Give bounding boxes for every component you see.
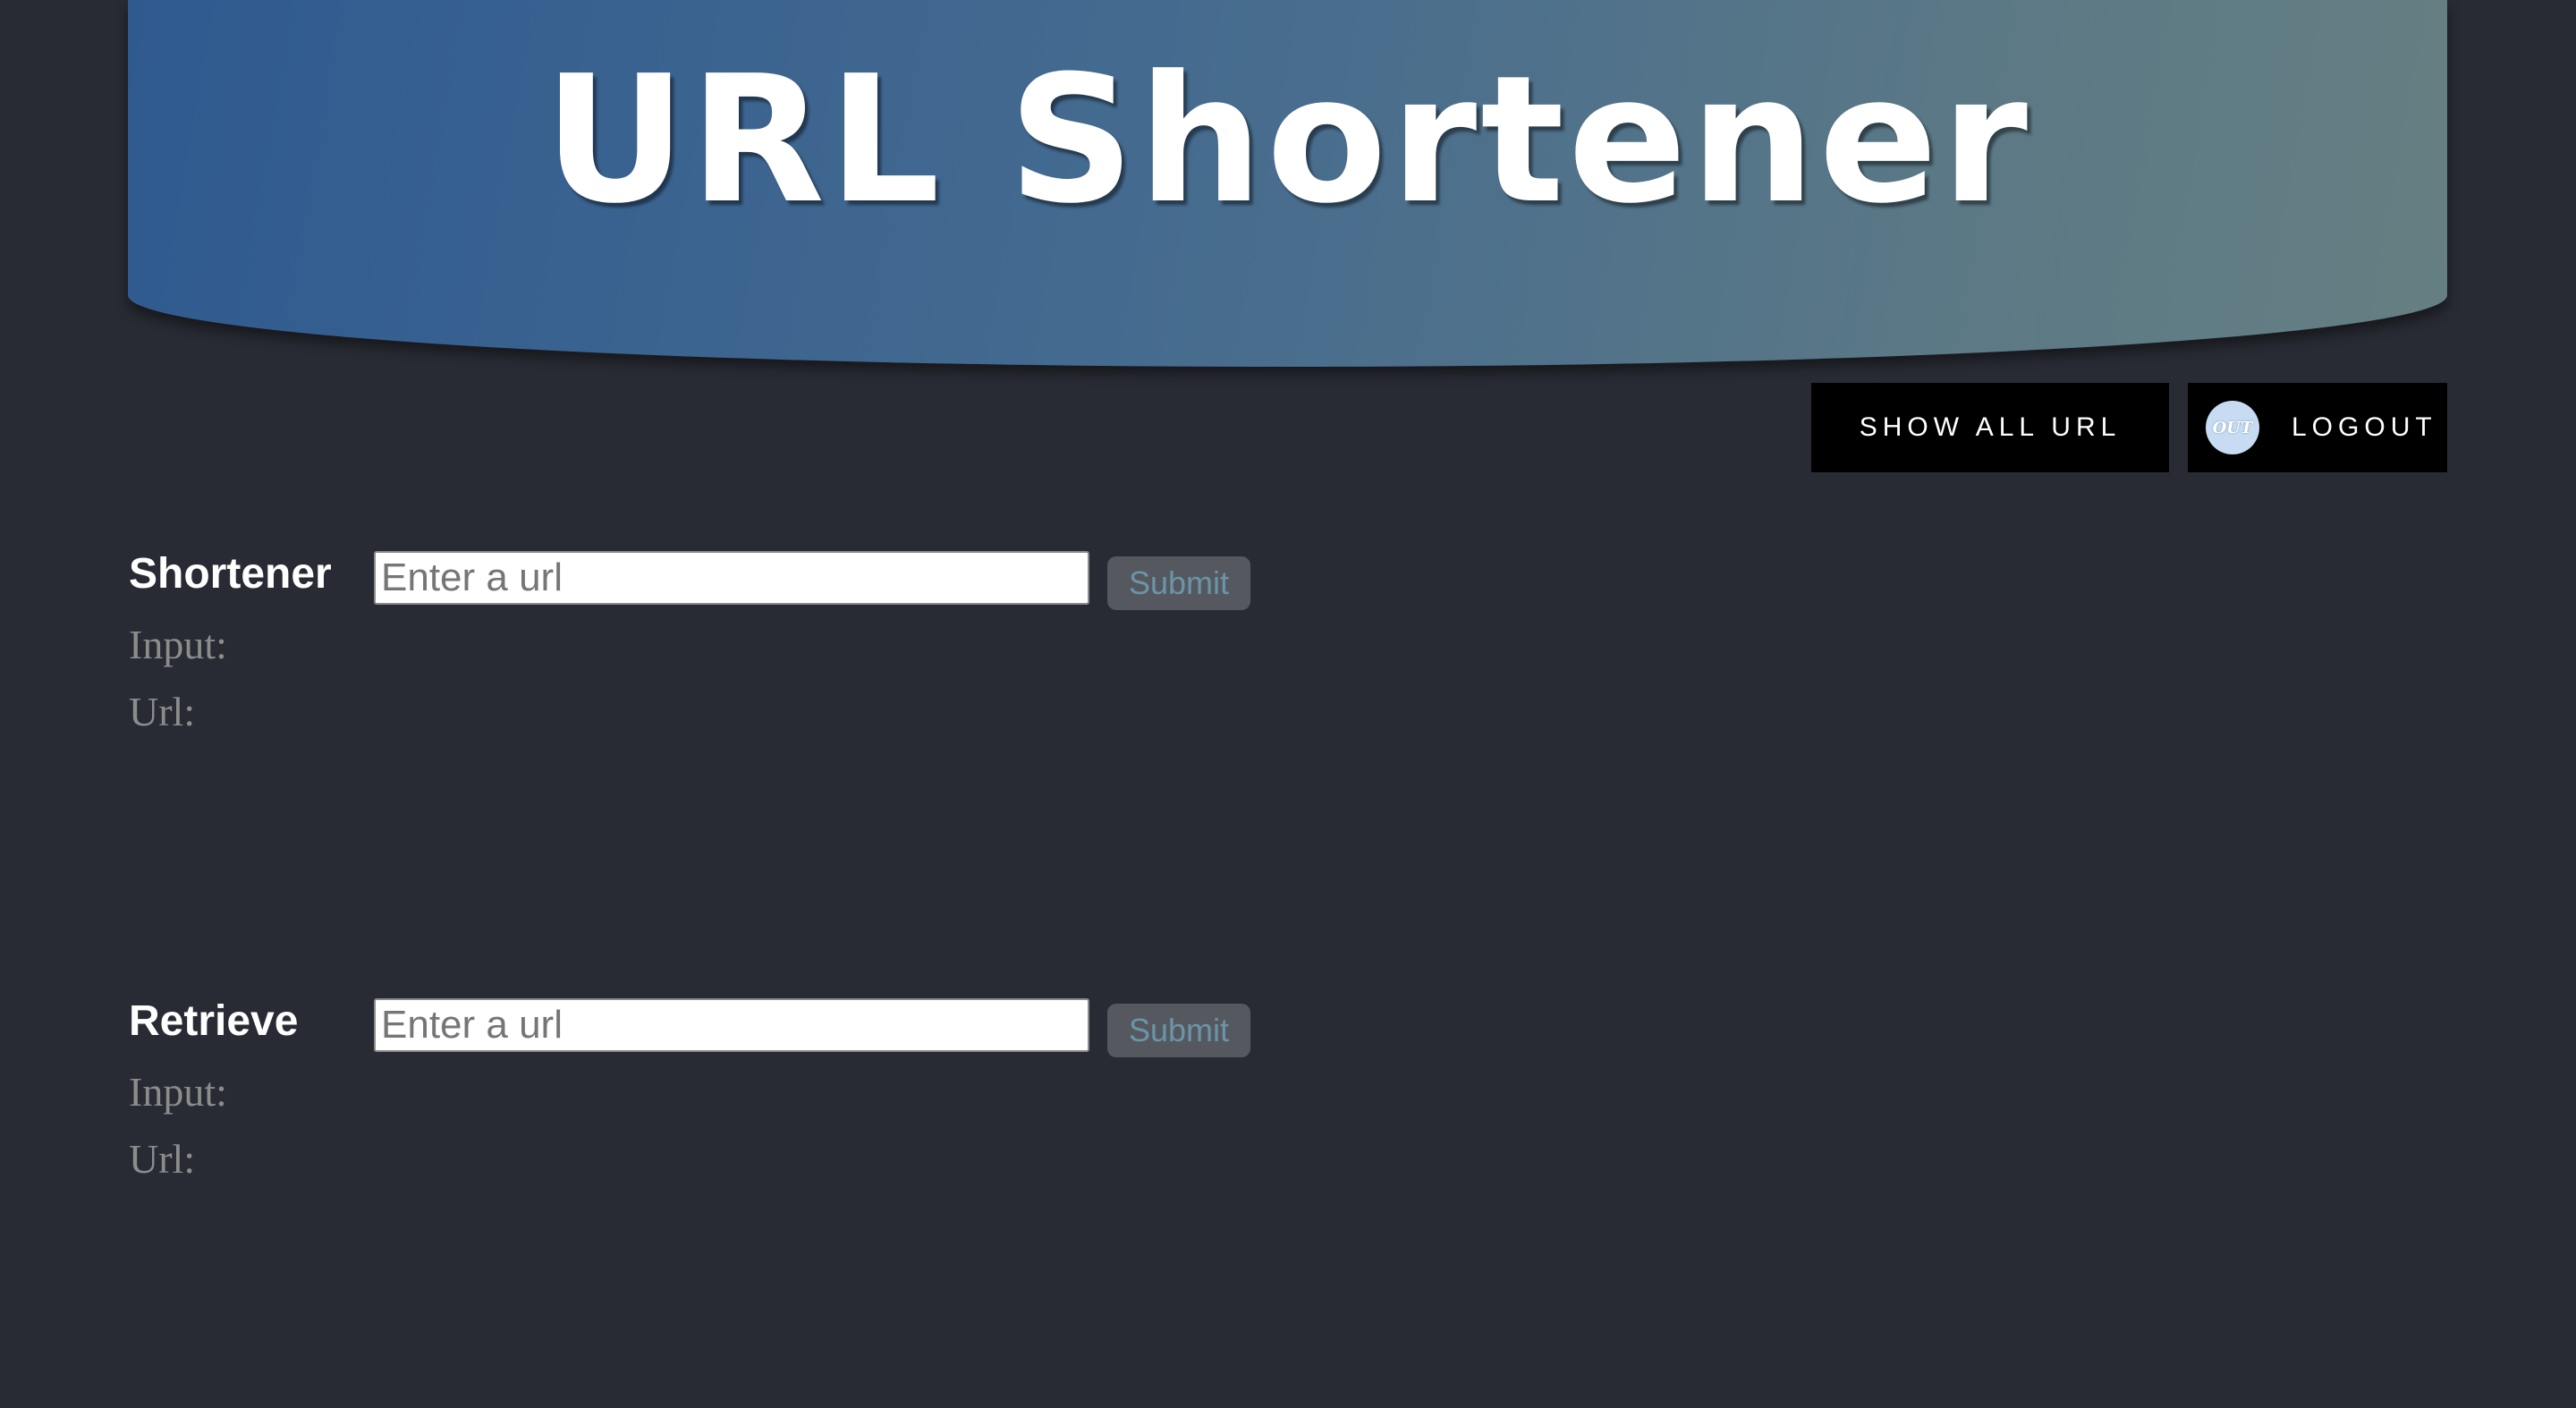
logout-label: LOGOUT bbox=[2292, 412, 2437, 442]
logout-out-icon: OUT bbox=[2206, 401, 2259, 454]
shortener-url-input[interactable] bbox=[374, 551, 1089, 605]
app-title: URL Shortener bbox=[544, 38, 2031, 242]
retrieve-input-label: Input: bbox=[129, 1069, 227, 1115]
shortener-url-label: Url: bbox=[129, 689, 196, 734]
show-all-url-button[interactable]: SHOW ALL URL bbox=[1811, 383, 2169, 472]
logout-button[interactable]: OUT LOGOUT bbox=[2188, 383, 2447, 472]
retrieve-url-label: Url: bbox=[129, 1136, 196, 1182]
retrieve-submit-button[interactable]: Submit bbox=[1107, 1004, 1250, 1057]
shortener-input-label: Input: bbox=[129, 622, 227, 667]
shortener-title: Shortener bbox=[129, 550, 332, 598]
shortener-submit-button[interactable]: Submit bbox=[1107, 556, 1250, 610]
header-banner: URL Shortener bbox=[128, 0, 2447, 367]
retrieve-url-input[interactable] bbox=[374, 998, 1089, 1052]
retrieve-title: Retrieve bbox=[129, 997, 299, 1045]
